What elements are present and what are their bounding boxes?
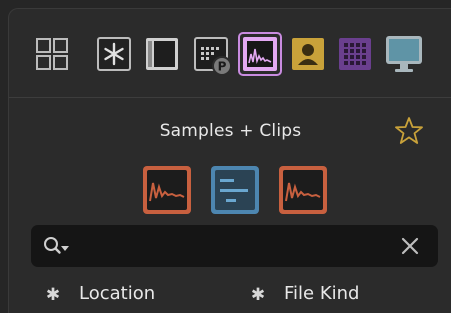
audio-sample-filter[interactable] xyxy=(142,165,192,215)
preset-icon: P xyxy=(194,37,232,76)
star-icon xyxy=(395,117,423,144)
audio-clip-filter[interactable] xyxy=(278,165,328,215)
browser-panel: P Samples + Clips ✱ Location ✱ File Kind xyxy=(8,8,451,313)
file-kind-label: File Kind xyxy=(284,282,360,304)
audio-sample-icon xyxy=(143,166,191,214)
monitor-icon xyxy=(386,36,422,72)
browser-toolbar: P xyxy=(9,9,451,95)
svg-text:P: P xyxy=(218,60,227,74)
browser-title: Samples + Clips xyxy=(159,121,302,141)
asterisk-all-icon xyxy=(97,37,131,71)
plugin-grid-icon xyxy=(339,38,371,70)
search-input[interactable] xyxy=(79,233,383,261)
note-clip-filter[interactable] xyxy=(210,165,260,215)
grid-view-button[interactable] xyxy=(34,36,70,72)
search-icon[interactable] xyxy=(43,236,71,256)
device-icon xyxy=(146,38,178,70)
user-library-icon xyxy=(292,38,324,70)
grid-view-icon xyxy=(36,38,68,70)
favorite-button[interactable] xyxy=(394,116,424,146)
user-library-button[interactable] xyxy=(290,36,326,72)
location-asterisk-icon: ✱ xyxy=(46,280,60,306)
all-content-button[interactable] xyxy=(96,36,132,72)
search-bar xyxy=(31,225,438,267)
file-kind-column-button[interactable]: ✱ File Kind xyxy=(246,279,359,307)
note-clip-icon xyxy=(211,166,259,214)
clear-search-icon[interactable] xyxy=(400,236,420,256)
audio-clip-icon xyxy=(279,166,327,214)
location-label: Location xyxy=(79,282,156,304)
file-kind-asterisk-icon: ✱ xyxy=(251,280,265,306)
samples-clips-button[interactable] xyxy=(238,32,282,76)
plugins-button[interactable] xyxy=(337,36,373,72)
presets-button[interactable]: P xyxy=(193,36,232,76)
samples-clips-icon xyxy=(238,32,282,76)
location-column-button[interactable]: ✱ Location xyxy=(41,279,155,307)
toolbar-divider xyxy=(9,97,451,98)
devices-button[interactable] xyxy=(144,36,180,72)
monitor-button[interactable] xyxy=(384,33,424,75)
